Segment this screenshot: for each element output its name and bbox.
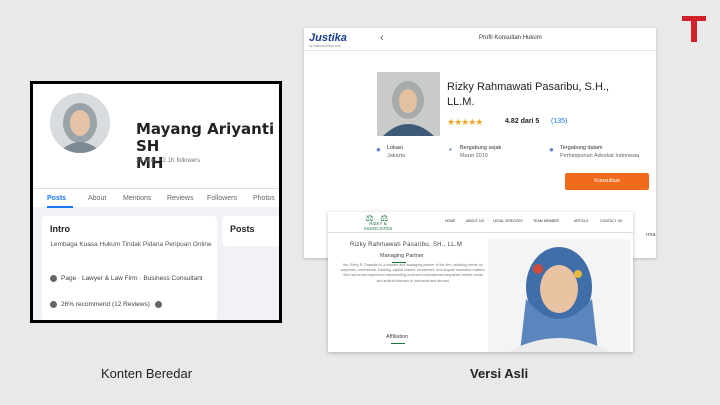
profile-name: Rizky Rahmawati Pasaribu, SH., LL.M: [350, 242, 463, 248]
intro-recommend: 26% recommend (12 Reviews): [50, 300, 166, 309]
facebook-page-screenshot: Mayang Ariyanti SH MH 2K likes • 2.1K fo…: [30, 81, 282, 323]
caption-original: Versi Asli: [470, 366, 529, 381]
lawyer-photo: [377, 72, 440, 136]
calendar-icon: ▪: [449, 145, 452, 154]
intro-description: Lembaga Kuasa Hukum Tindak Pidana Peripu…: [50, 241, 212, 248]
bio-text: Ms. Rizky R. Pasaribu is a founder and m…: [340, 263, 486, 283]
nav-contact[interactable]: CONTACT US: [600, 219, 622, 223]
back-chevron-icon[interactable]: ‹: [380, 32, 384, 44]
tab-reviews[interactable]: Reviews: [167, 195, 193, 202]
justika-logo-sub: by hukumonline.com: [309, 44, 342, 48]
section-managing-partner: Managing Partner: [380, 253, 424, 259]
tab-mentions[interactable]: Mentions: [123, 195, 151, 202]
tab-followers[interactable]: Followers: [207, 195, 237, 202]
nav-legal-services[interactable]: LEGAL SERVICES: [493, 219, 523, 223]
info-icon: [50, 274, 57, 282]
info-circle-icon: [154, 300, 162, 308]
intro-title: Intro: [50, 224, 70, 234]
page-name: Mayang Ariyanti SH MH: [136, 120, 275, 172]
consult-button[interactable]: Konsultasi: [565, 173, 649, 190]
profile-avatar: [47, 90, 113, 156]
profile-photo: [488, 239, 630, 352]
intro-card: Intro Lembaga Kuasa Hukum Tindak Pidana …: [42, 216, 217, 320]
tempo-logo: [682, 14, 708, 44]
intro-category: Page · Lawyer & Law Firm · Business Cons…: [50, 274, 210, 283]
recommend-icon: [50, 300, 57, 308]
posts-title: Posts: [230, 224, 255, 234]
review-count-link[interactable]: (135): [551, 118, 567, 125]
info-organization: Tergabung dalam Perhimpunan Advokat Indon…: [560, 145, 640, 159]
info-location: Lokasi Jakarta: [387, 145, 406, 159]
active-tab-indicator: [47, 206, 73, 208]
nav-home[interactable]: HOME: [445, 219, 456, 223]
info-joined: Bergabung sejak Maret 2019: [460, 145, 502, 159]
truncated-text: rmasi: [646, 232, 656, 238]
page-stats: 2K likes • 2.1K followers: [136, 158, 201, 164]
tab-about[interactable]: About: [88, 195, 106, 202]
location-pin-icon: ●: [376, 145, 381, 154]
posts-card: Posts: [222, 216, 279, 246]
user-icon: ●: [549, 145, 554, 154]
tab-posts[interactable]: Posts: [47, 195, 66, 202]
justika-logo: Justika: [309, 32, 347, 44]
nav-about[interactable]: ABOUT US: [466, 219, 484, 223]
section-affiliation: Affiliation: [386, 334, 409, 340]
page-tabs: Posts About Mentions Reviews Followers P…: [33, 188, 279, 208]
page-title: Profil Konsultan Hukum: [479, 35, 542, 41]
tab-photos[interactable]: Photos: [253, 195, 275, 202]
firm-logo: ⚖ ⚖ RIZKY & ASSOCIATES: [363, 213, 393, 232]
rating-stars-icon: ★★★★★: [447, 117, 483, 127]
lawyer-name: Rizky Rahmawati Pasaribu, S.H., LL.M.: [447, 81, 609, 108]
nav-article[interactable]: ARTICLE: [574, 219, 589, 223]
rating-value: 4.82 dari 5: [505, 118, 540, 125]
law-firm-site-screenshot: ⚖ ⚖ RIZKY & ASSOCIATES HOME ABOUT US LEG…: [328, 212, 633, 352]
nav-team-member[interactable]: TEAM MEMBER: [533, 219, 559, 223]
caption-circulating: Konten Beredar: [101, 366, 193, 381]
